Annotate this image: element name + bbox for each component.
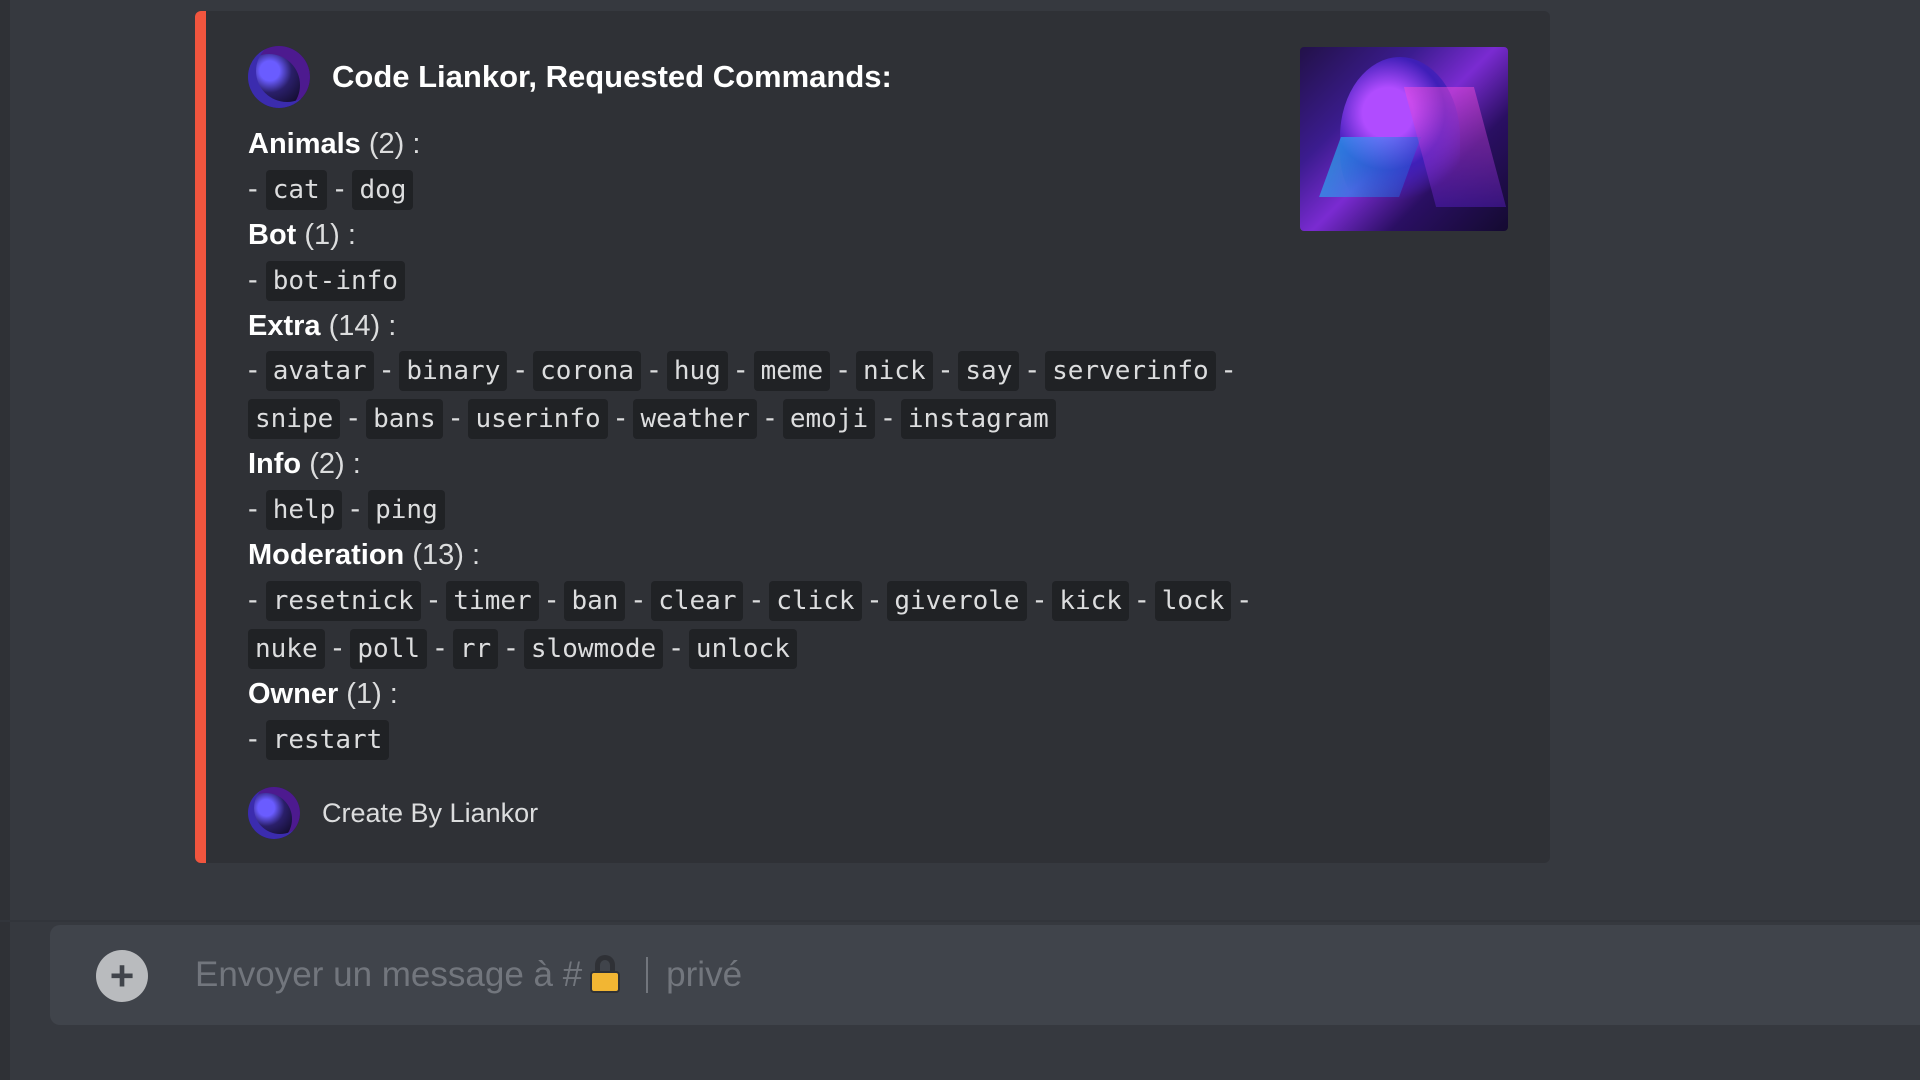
footer-text: Create By Liankor xyxy=(322,797,539,828)
message-composer[interactable]: + Envoyer un message à # privé xyxy=(50,925,1920,1025)
command-code: slowmode xyxy=(523,628,664,669)
embed-description: Animals (2) :- cat - dog Bot (1) :- bot-i… xyxy=(248,123,1288,764)
command-code: cat xyxy=(265,169,327,210)
command-code: weather xyxy=(633,399,758,440)
channel-suffix: privé xyxy=(666,955,743,994)
category-name: Owner xyxy=(248,677,339,710)
command-code: lock xyxy=(1154,580,1232,621)
message-input-placeholder[interactable]: Envoyer un message à # privé xyxy=(195,925,742,1025)
lock-icon xyxy=(588,955,622,995)
command-code: hug xyxy=(666,351,728,392)
command-code: clear xyxy=(651,580,744,621)
command-code: bans xyxy=(366,399,443,440)
command-code: instagram xyxy=(900,399,1056,440)
category-header: Animals (2) : xyxy=(248,123,1288,166)
footer-avatar xyxy=(248,787,300,839)
category-header: Moderation (13) : xyxy=(248,534,1288,577)
command-code: corona xyxy=(533,351,642,392)
command-list: - resetnick - timer - ban - clear - clic… xyxy=(248,577,1288,673)
command-code: binary xyxy=(399,351,508,392)
embed-footer: Create By Liankor xyxy=(248,787,538,839)
category-name: Extra xyxy=(248,309,321,342)
author-name[interactable]: Code Liankor, Requested Commands: xyxy=(332,59,892,95)
category-count: (1) : xyxy=(338,677,398,710)
command-code: nick xyxy=(855,351,933,392)
category-header: Info (2) : xyxy=(248,443,1288,486)
command-code: serverinfo xyxy=(1045,351,1216,392)
category-count: (13) : xyxy=(404,539,481,572)
command-code: rr xyxy=(452,628,499,669)
category-name: Moderation xyxy=(248,539,405,572)
category-header: Owner (1) : xyxy=(248,673,1288,716)
plus-circle-icon[interactable]: + xyxy=(96,950,148,1002)
command-code: click xyxy=(769,580,862,621)
command-code: kick xyxy=(1052,580,1129,621)
command-code: help xyxy=(265,490,343,531)
command-list: - avatar - binary - corona - hug - meme … xyxy=(248,347,1288,443)
command-code: ban xyxy=(564,580,626,621)
command-list: - bot-info xyxy=(248,257,1288,305)
command-code: giverole xyxy=(887,580,1027,621)
category-count: (2) : xyxy=(301,448,361,481)
command-code: restart xyxy=(265,719,390,760)
command-embed: Code Liankor, Requested Commands: Animal… xyxy=(195,11,1550,863)
separator xyxy=(646,957,649,993)
category-name: Bot xyxy=(248,218,297,251)
category-count: (2) : xyxy=(360,128,421,160)
placeholder-prefix: Envoyer un message à # xyxy=(195,955,583,994)
divider xyxy=(0,920,1920,922)
embed-author: Code Liankor, Requested Commands: xyxy=(248,46,892,108)
command-code: avatar xyxy=(265,351,374,392)
left-strip xyxy=(0,0,10,1080)
command-code: nuke xyxy=(248,628,325,669)
category-header: Extra (14) : xyxy=(248,305,1288,348)
embed-thumbnail[interactable] xyxy=(1300,47,1508,231)
category-name: Animals xyxy=(248,128,361,160)
command-code: bot-info xyxy=(265,260,405,301)
command-code: say xyxy=(958,351,1020,392)
command-code: timer xyxy=(446,580,539,621)
command-code: ping xyxy=(368,490,445,531)
command-code: dog xyxy=(352,169,414,210)
author-avatar[interactable] xyxy=(248,46,310,108)
category-name: Info xyxy=(248,448,302,481)
command-list: - help - ping xyxy=(248,486,1288,534)
category-header: Bot (1) : xyxy=(248,214,1288,257)
command-code: poll xyxy=(350,628,428,669)
command-code: snipe xyxy=(248,399,341,440)
command-code: unlock xyxy=(688,628,797,669)
category-count: (1) : xyxy=(296,218,356,251)
category-count: (14) : xyxy=(320,309,397,342)
command-list: - cat - dog xyxy=(248,166,1288,214)
command-code: resetnick xyxy=(265,580,421,621)
command-code: emoji xyxy=(782,399,876,440)
command-list: - restart xyxy=(248,716,1288,764)
command-code: userinfo xyxy=(468,399,608,440)
command-code: meme xyxy=(753,351,831,392)
